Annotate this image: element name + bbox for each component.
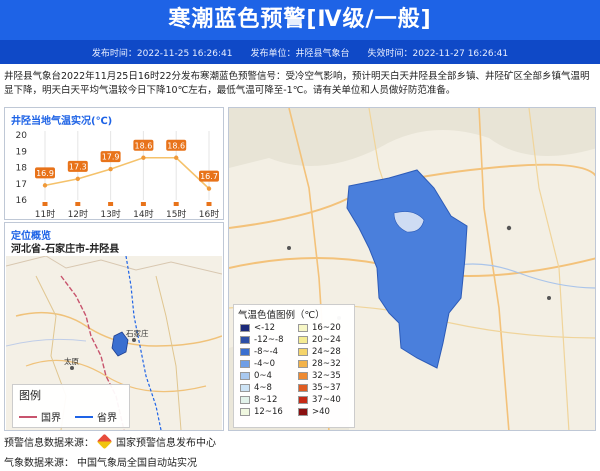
weather-source: 气象数据来源： 中国气象局全国自动站实况 (4, 458, 197, 469)
color-legend-item: 37~40 (298, 395, 341, 405)
legend-national-border: 国界 (19, 409, 61, 424)
data-point (141, 155, 146, 160)
color-legend-item: 32~35 (298, 371, 341, 381)
county-map[interactable]: 气温色值图例（℃） <-12 -12~-8 -8~-4 -4~0 0~4 4~8… (228, 107, 596, 431)
x-tick-label: 13时 (100, 208, 120, 220)
x-tick-label: 12时 (68, 208, 88, 220)
color-legend-item: <-12 (240, 323, 275, 333)
y-tick-label: 18 (16, 164, 28, 174)
color-legend-item: 4~8 (240, 383, 272, 393)
issuer: 发布单位：井陉县气象台 (250, 48, 350, 59)
data-label: 16.7 (200, 172, 218, 181)
x-tick-mark (206, 202, 212, 206)
data-point (206, 186, 212, 191)
y-tick-label: 19 (16, 147, 28, 157)
location-region: 河北省-石家庄市-井陉县 (11, 244, 120, 255)
x-tick-mark (108, 202, 114, 206)
data-point (108, 166, 113, 172)
city-label-shijiazhuang: 石家庄 (126, 328, 149, 338)
color-legend-item: 24~28 (298, 347, 341, 357)
color-legend-item: >40 (298, 407, 330, 417)
data-label: 17.9 (102, 153, 120, 162)
y-tick-label: 17 (16, 180, 27, 190)
temperature-chart: 16 17 18 19 20 16.9 11时 17.3 12时 17.9 13时 18.6 14时 18… (16, 131, 219, 220)
color-legend-item: -12~-8 (240, 335, 283, 345)
mini-map[interactable]: 石家庄 太原 图例 国界 省界 (6, 256, 222, 430)
temperature-panel: 井陉当地气温实况(℃) 16 17 18 19 20 16.9 11时 17.3 12时 17.9… (4, 107, 224, 220)
y-tick-label: 16 (16, 196, 28, 206)
city-label-taiyuan: 太原 (64, 356, 79, 366)
data-label: 18.6 (134, 141, 152, 150)
map-legend: 图例 国界 省界 (12, 384, 130, 428)
x-tick-mark (75, 202, 81, 206)
y-tick-label: 20 (16, 131, 28, 141)
warning-meta-bar: 发布时间：2022-11-25 16:26:41 发布单位：井陉县气象台 失效时… (0, 40, 600, 64)
x-tick-mark (173, 202, 179, 206)
expire-time: 失效时间：2022-11-27 16:26:41 (367, 48, 509, 59)
color-legend-item: 28~32 (298, 359, 341, 369)
data-point (42, 183, 48, 188)
warning-source: 预警信息数据来源： 国家预警信息发布中心 (4, 433, 216, 450)
color-legend-item: 8~12 (240, 395, 277, 405)
color-legend-item: 20~24 (298, 335, 341, 345)
x-tick-label: 15时 (166, 208, 186, 220)
color-legend-title: 气温色值图例（℃） (238, 310, 325, 321)
color-legend-item: 12~16 (240, 407, 283, 417)
location-panel: 定位概览 河北省-石家庄市-井陉县 石家庄 太原 图例 国界 省界 (4, 222, 224, 431)
issue-time: 发布时间：2022-11-25 16:26:41 (91, 48, 233, 59)
warning-title: 寒潮蓝色预警[Ⅳ级/一般] (0, 0, 600, 40)
color-legend-item: 35~37 (298, 383, 341, 393)
data-point (174, 155, 179, 160)
temperature-color-legend: 气温色值图例（℃） <-12 -12~-8 -8~-4 -4~0 0~4 4~8… (233, 304, 355, 428)
color-legend-item: -4~0 (240, 359, 275, 369)
data-point (75, 176, 81, 182)
color-legend-item: -8~-4 (240, 347, 278, 357)
data-label: 18.6 (167, 141, 185, 150)
x-tick-mark (42, 202, 48, 206)
legend-provincial-border: 省界 (75, 409, 117, 424)
x-tick-label: 11时 (35, 208, 55, 220)
x-tick-label: 14时 (133, 208, 153, 220)
warning-center-logo-icon (96, 433, 113, 450)
x-tick-label: 16时 (199, 208, 219, 220)
x-tick-mark (140, 202, 146, 206)
warning-notice: 井陉县气象台2022年11月25日16时22分发布寒潮蓝色预警信号：受冷空气影响… (4, 71, 590, 96)
color-legend-item: 16~20 (298, 323, 341, 333)
data-label: 17.3 (69, 162, 87, 171)
map-legend-title: 图例 (19, 389, 41, 402)
data-label: 16.9 (36, 169, 54, 178)
color-legend-item: 0~4 (240, 371, 272, 381)
